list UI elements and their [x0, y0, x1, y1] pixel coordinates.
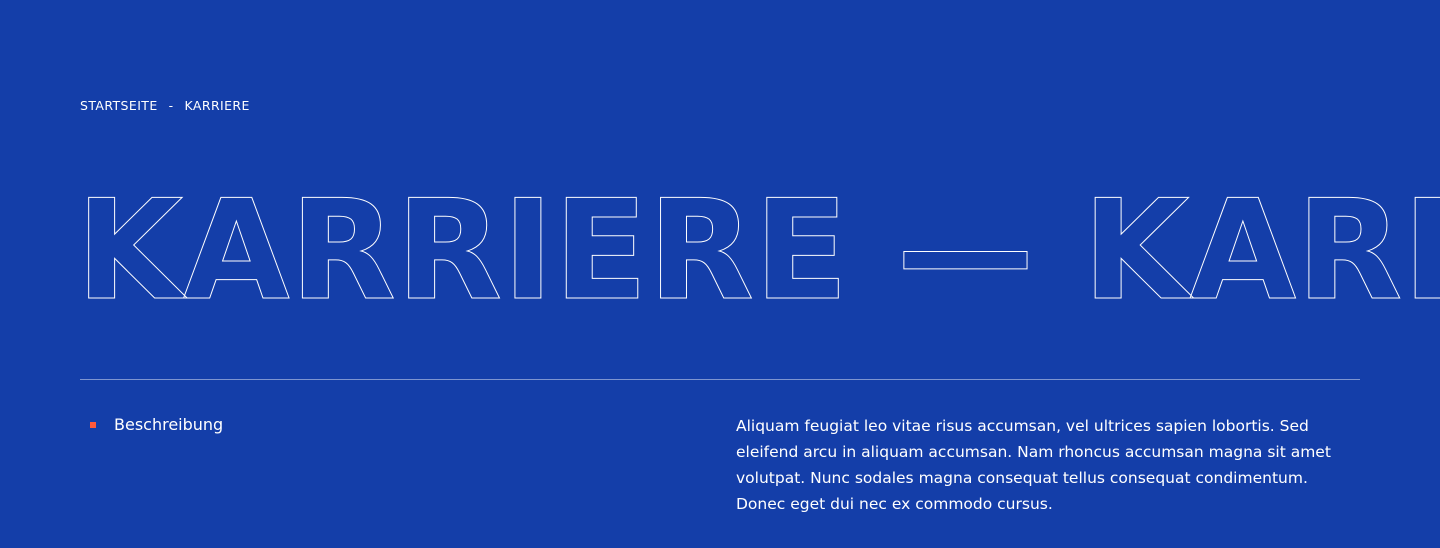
hero-marquee: KARRIERE — KARRIERE — KARRIERE — [80, 158, 1440, 338]
hero-marquee-svg: KARRIERE — KARRIERE — KARRIERE — [80, 170, 1440, 332]
hero-marquee-text: KARRIERE — KARRIERE — KARRIERE — [80, 170, 1440, 331]
breadcrumb-home-link[interactable]: STARTSEITE — [80, 98, 158, 114]
section-description: Aliquam feugiat leo vitae risus accumsan… — [736, 417, 1331, 513]
section-label-text: Beschreibung — [114, 415, 224, 434]
breadcrumb-current: KARRIERE — [184, 98, 250, 113]
bullet-icon — [90, 422, 96, 428]
section-label: Beschreibung — [90, 413, 223, 437]
breadcrumb: STARTSEITE - KARRIERE — [80, 98, 250, 114]
section-divider — [80, 379, 1360, 380]
breadcrumb-separator: - — [168, 98, 174, 113]
